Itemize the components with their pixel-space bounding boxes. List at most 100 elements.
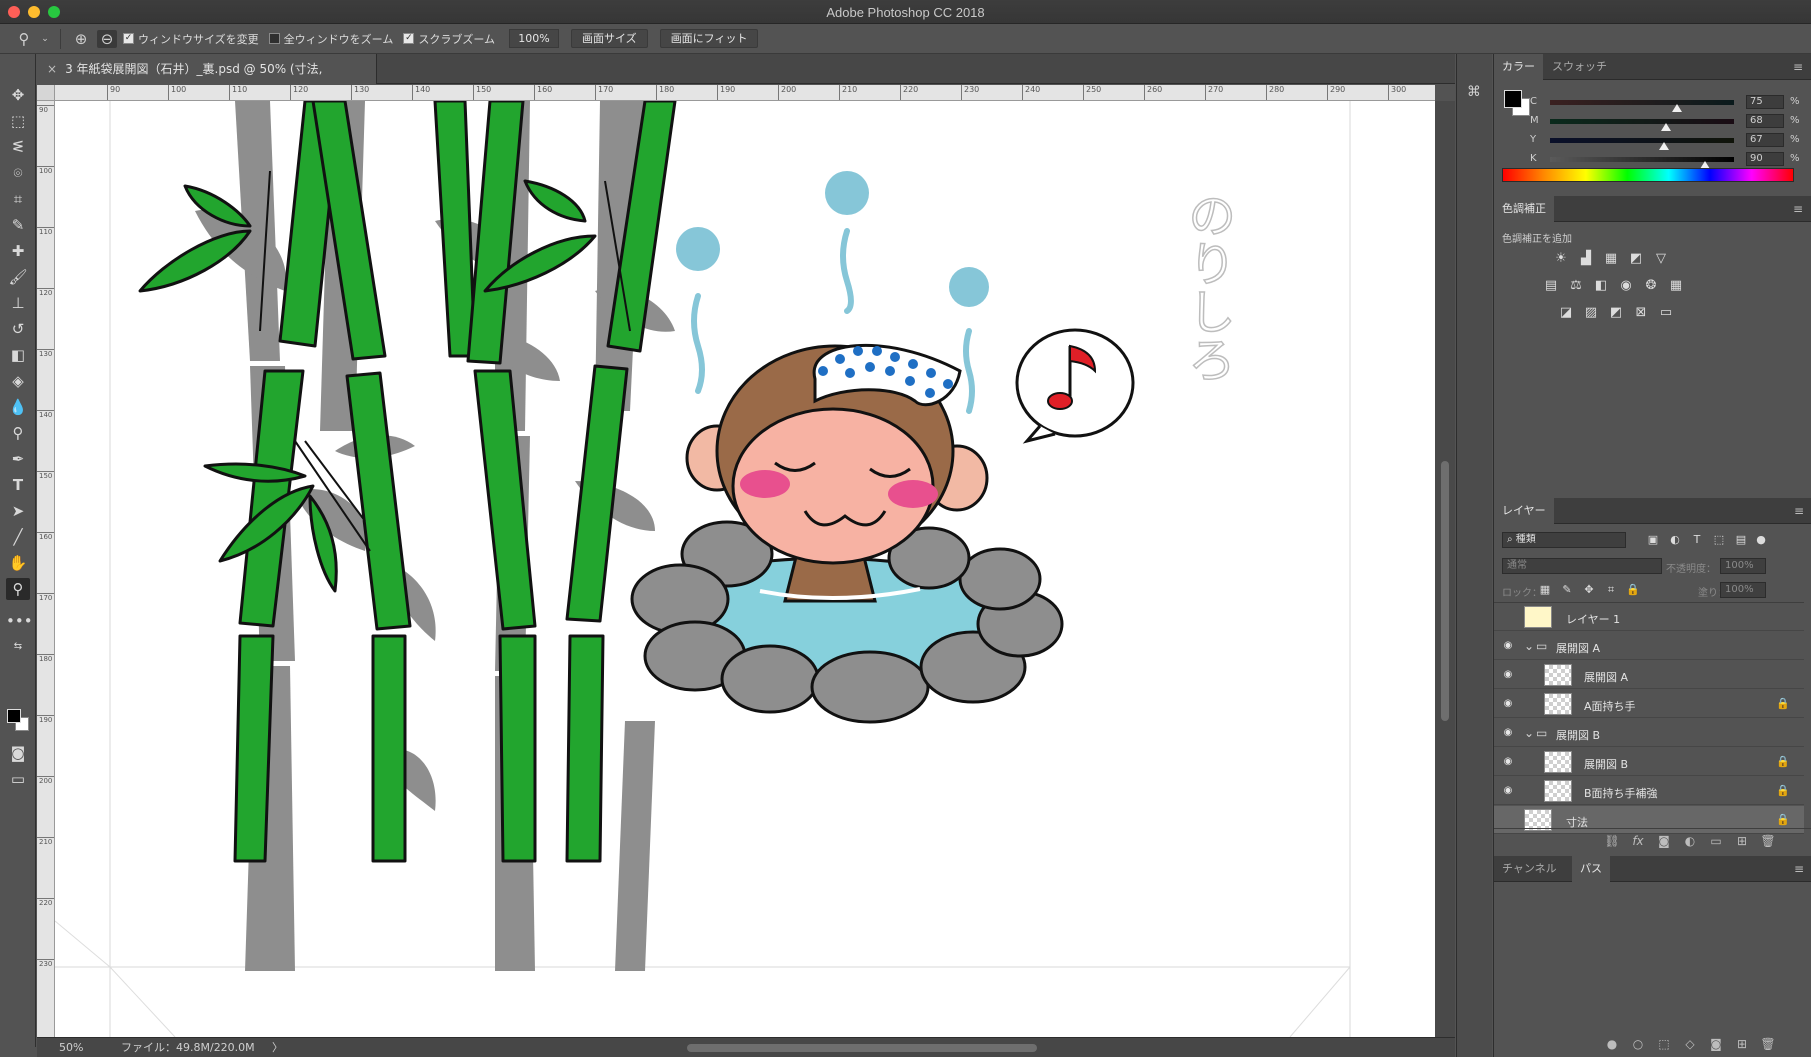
dodge-tool-icon[interactable]: ⚲ <box>6 422 30 444</box>
channel-mixer-icon[interactable]: ❂ <box>1642 277 1660 295</box>
color-spectrum-ramp[interactable] <box>1502 168 1794 182</box>
tab-paths[interactable]: パス <box>1572 856 1610 882</box>
filter-shape-icon[interactable]: ⬚ <box>1710 531 1728 549</box>
posterize-icon[interactable]: ▨ <box>1582 304 1600 322</box>
chevron-down-icon[interactable]: ⌄ <box>1524 639 1534 653</box>
fit-screen-button[interactable]: 画面にフィット <box>659 29 759 48</box>
document-canvas[interactable]: のりしろ <box>55 101 1435 1037</box>
stamp-tool-icon[interactable]: ⊥ <box>6 292 30 314</box>
filter-adjustment-icon[interactable]: ◐ <box>1666 531 1684 549</box>
chevron-down-icon[interactable]: ⌄ <box>1524 726 1534 740</box>
yellow-value[interactable]: 67 <box>1746 133 1784 147</box>
eyedropper-tool-icon[interactable]: ✎ <box>6 214 30 236</box>
fill-path-icon[interactable]: ● <box>1604 1036 1620 1052</box>
black-value[interactable]: 90 <box>1746 152 1784 166</box>
vertical-ruler[interactable]: 90 100 110 120 130 140 150 160 170 180 190 200 210 22… <box>37 101 55 1037</box>
color-lookup-icon[interactable]: ▦ <box>1667 277 1685 295</box>
visibility-off-icon[interactable]: · <box>1502 611 1514 623</box>
layer-row[interactable]: ◉ A面持ち手 🔒 <box>1494 690 1804 718</box>
make-path-icon[interactable]: ◇ <box>1682 1036 1698 1052</box>
invert-icon[interactable]: ◪ <box>1557 304 1575 322</box>
layer-group-row[interactable]: ◉ ⌄ ▭ 展開図 A <box>1494 632 1804 660</box>
crop-tool-icon[interactable]: ⌗ <box>6 188 30 210</box>
close-tab-icon[interactable]: × <box>47 62 57 76</box>
trash-icon[interactable]: 🗑 <box>1760 1036 1776 1052</box>
layer-group-row[interactable]: ◉ ⌄ ▭ 展開図 B <box>1494 719 1804 747</box>
tab-layers[interactable]: レイヤー <box>1494 498 1554 524</box>
screen-mode-icon[interactable]: ▭ <box>6 768 30 790</box>
filter-toggle-icon[interactable]: ● <box>1752 531 1770 549</box>
marquee-tool-icon[interactable]: ⬚ <box>6 110 30 132</box>
stroke-path-icon[interactable]: ○ <box>1630 1036 1646 1052</box>
opacity-field[interactable]: 100% <box>1720 558 1766 574</box>
vibrance-icon[interactable]: ▽ <box>1652 250 1670 268</box>
gradient-map-icon[interactable]: ▭ <box>1657 304 1675 322</box>
zoom-in-icon[interactable]: ⊕ <box>71 30 91 48</box>
ruler-origin[interactable] <box>37 85 55 101</box>
new-adjustment-icon[interactable]: ◐ <box>1682 833 1698 849</box>
scrubby-zoom-checkbox[interactable]: ✓ スクラブズーム <box>403 31 495 47</box>
document-tab[interactable]: ×3 年紙袋展開図（石井）_裏.psd @ 50% (寸法, RGB/8) * <box>37 54 377 106</box>
quick-mask-icon[interactable]: ◙ <box>6 742 30 764</box>
zoom-100-button[interactable]: 100% <box>509 29 560 48</box>
magenta-value[interactable]: 68 <box>1746 114 1784 128</box>
lock-transparent-icon[interactable]: ▦ <box>1536 581 1554 599</box>
layer-row[interactable]: · レイヤー 1 <box>1494 603 1804 631</box>
move-tool-icon[interactable]: ✥ <box>6 84 30 106</box>
tab-channels[interactable]: チャンネル <box>1494 856 1565 882</box>
lock-artboard-icon[interactable]: ⌗ <box>1602 581 1620 599</box>
lasso-tool-icon[interactable]: ᓬ <box>6 136 30 158</box>
brush-tool-icon[interactable]: 🖌 <box>6 266 30 288</box>
layer-row[interactable]: ◉ B面持ち手補強 🔒 <box>1494 777 1804 805</box>
hue-saturation-icon[interactable]: ▤ <box>1542 277 1560 295</box>
eye-icon[interactable]: ◉ <box>1502 640 1514 652</box>
eye-icon[interactable]: ◉ <box>1502 756 1514 768</box>
trash-icon[interactable]: 🗑 <box>1760 833 1776 849</box>
load-selection-icon[interactable]: ⬚ <box>1656 1036 1672 1052</box>
type-tool-icon[interactable]: T <box>6 474 30 496</box>
add-mask-icon[interactable]: ◙ <box>1708 1036 1724 1052</box>
color-balance-icon[interactable]: ⚖ <box>1567 277 1585 295</box>
layer-filter-kind[interactable]: ⌕ 種類 <box>1502 532 1626 548</box>
eraser-tool-icon[interactable]: ◧ <box>6 344 30 366</box>
lock-position-icon[interactable]: ✥ <box>1580 581 1598 599</box>
black-white-icon[interactable]: ◧ <box>1592 277 1610 295</box>
eye-icon[interactable]: ◉ <box>1502 727 1514 739</box>
zoom-all-windows-checkbox[interactable]: 全ウィンドウをズーム <box>268 31 393 47</box>
photo-filter-icon[interactable]: ◉ <box>1617 277 1635 295</box>
filter-pixel-icon[interactable]: ▣ <box>1644 531 1662 549</box>
blend-mode-select[interactable]: 通常 <box>1502 558 1662 574</box>
more-tools-icon[interactable]: ••• <box>6 610 33 632</box>
eye-icon[interactable]: ◉ <box>1502 698 1514 710</box>
new-group-icon[interactable]: ▭ <box>1708 833 1724 849</box>
threshold-icon[interactable]: ◩ <box>1607 304 1625 322</box>
status-menu-arrow[interactable]: 〉 <box>272 1038 283 1057</box>
path-select-tool-icon[interactable]: ➤ <box>6 500 30 522</box>
screen-size-button[interactable]: 画面サイズ <box>571 29 648 48</box>
history-brush-tool-icon[interactable]: ↺ <box>6 318 30 340</box>
new-layer-icon[interactable]: ⊞ <box>1734 833 1750 849</box>
link-layers-icon[interactable]: ⛓ <box>1604 833 1620 849</box>
layer-row[interactable]: ◉ 展開図 B 🔒 <box>1494 748 1804 776</box>
fill-field[interactable]: 100% <box>1720 582 1766 598</box>
vertical-scrollbar[interactable] <box>1435 101 1455 1037</box>
tab-adjustments[interactable]: 色調補正 <box>1494 196 1554 222</box>
eye-icon[interactable]: ◉ <box>1502 669 1514 681</box>
horizontal-ruler[interactable]: 90 100 110 120 130 140 150 160 170 180 190 200 210 22… <box>55 85 1435 101</box>
hand-tool-icon[interactable]: ✋ <box>6 552 30 574</box>
lock-pixels-icon[interactable]: ✎ <box>1558 581 1576 599</box>
panel-menu-icon[interactable]: ≡ <box>1793 60 1803 74</box>
lock-all-icon[interactable]: 🔒 <box>1624 581 1642 599</box>
zoom-tool-preset-icon[interactable]: ⚲ <box>14 30 34 48</box>
chevron-down-icon[interactable]: ⌄ <box>40 34 50 44</box>
filter-smart-object-icon[interactable]: ▤ <box>1732 531 1750 549</box>
swap-colors-icon[interactable]: ⇆ <box>6 636 30 658</box>
exposure-icon[interactable]: ◩ <box>1627 250 1645 268</box>
new-path-icon[interactable]: ⊞ <box>1734 1036 1750 1052</box>
channels-menu-icon[interactable]: ≡ <box>1794 862 1804 876</box>
fg-color-chip[interactable] <box>1504 90 1522 108</box>
quick-select-tool-icon[interactable]: ⌾ <box>6 162 30 184</box>
tab-swatches[interactable]: スウォッチ <box>1544 54 1615 80</box>
layer-style-icon[interactable]: fx <box>1630 833 1646 849</box>
history-panel-icon[interactable]: ⌘ <box>1467 84 1481 100</box>
